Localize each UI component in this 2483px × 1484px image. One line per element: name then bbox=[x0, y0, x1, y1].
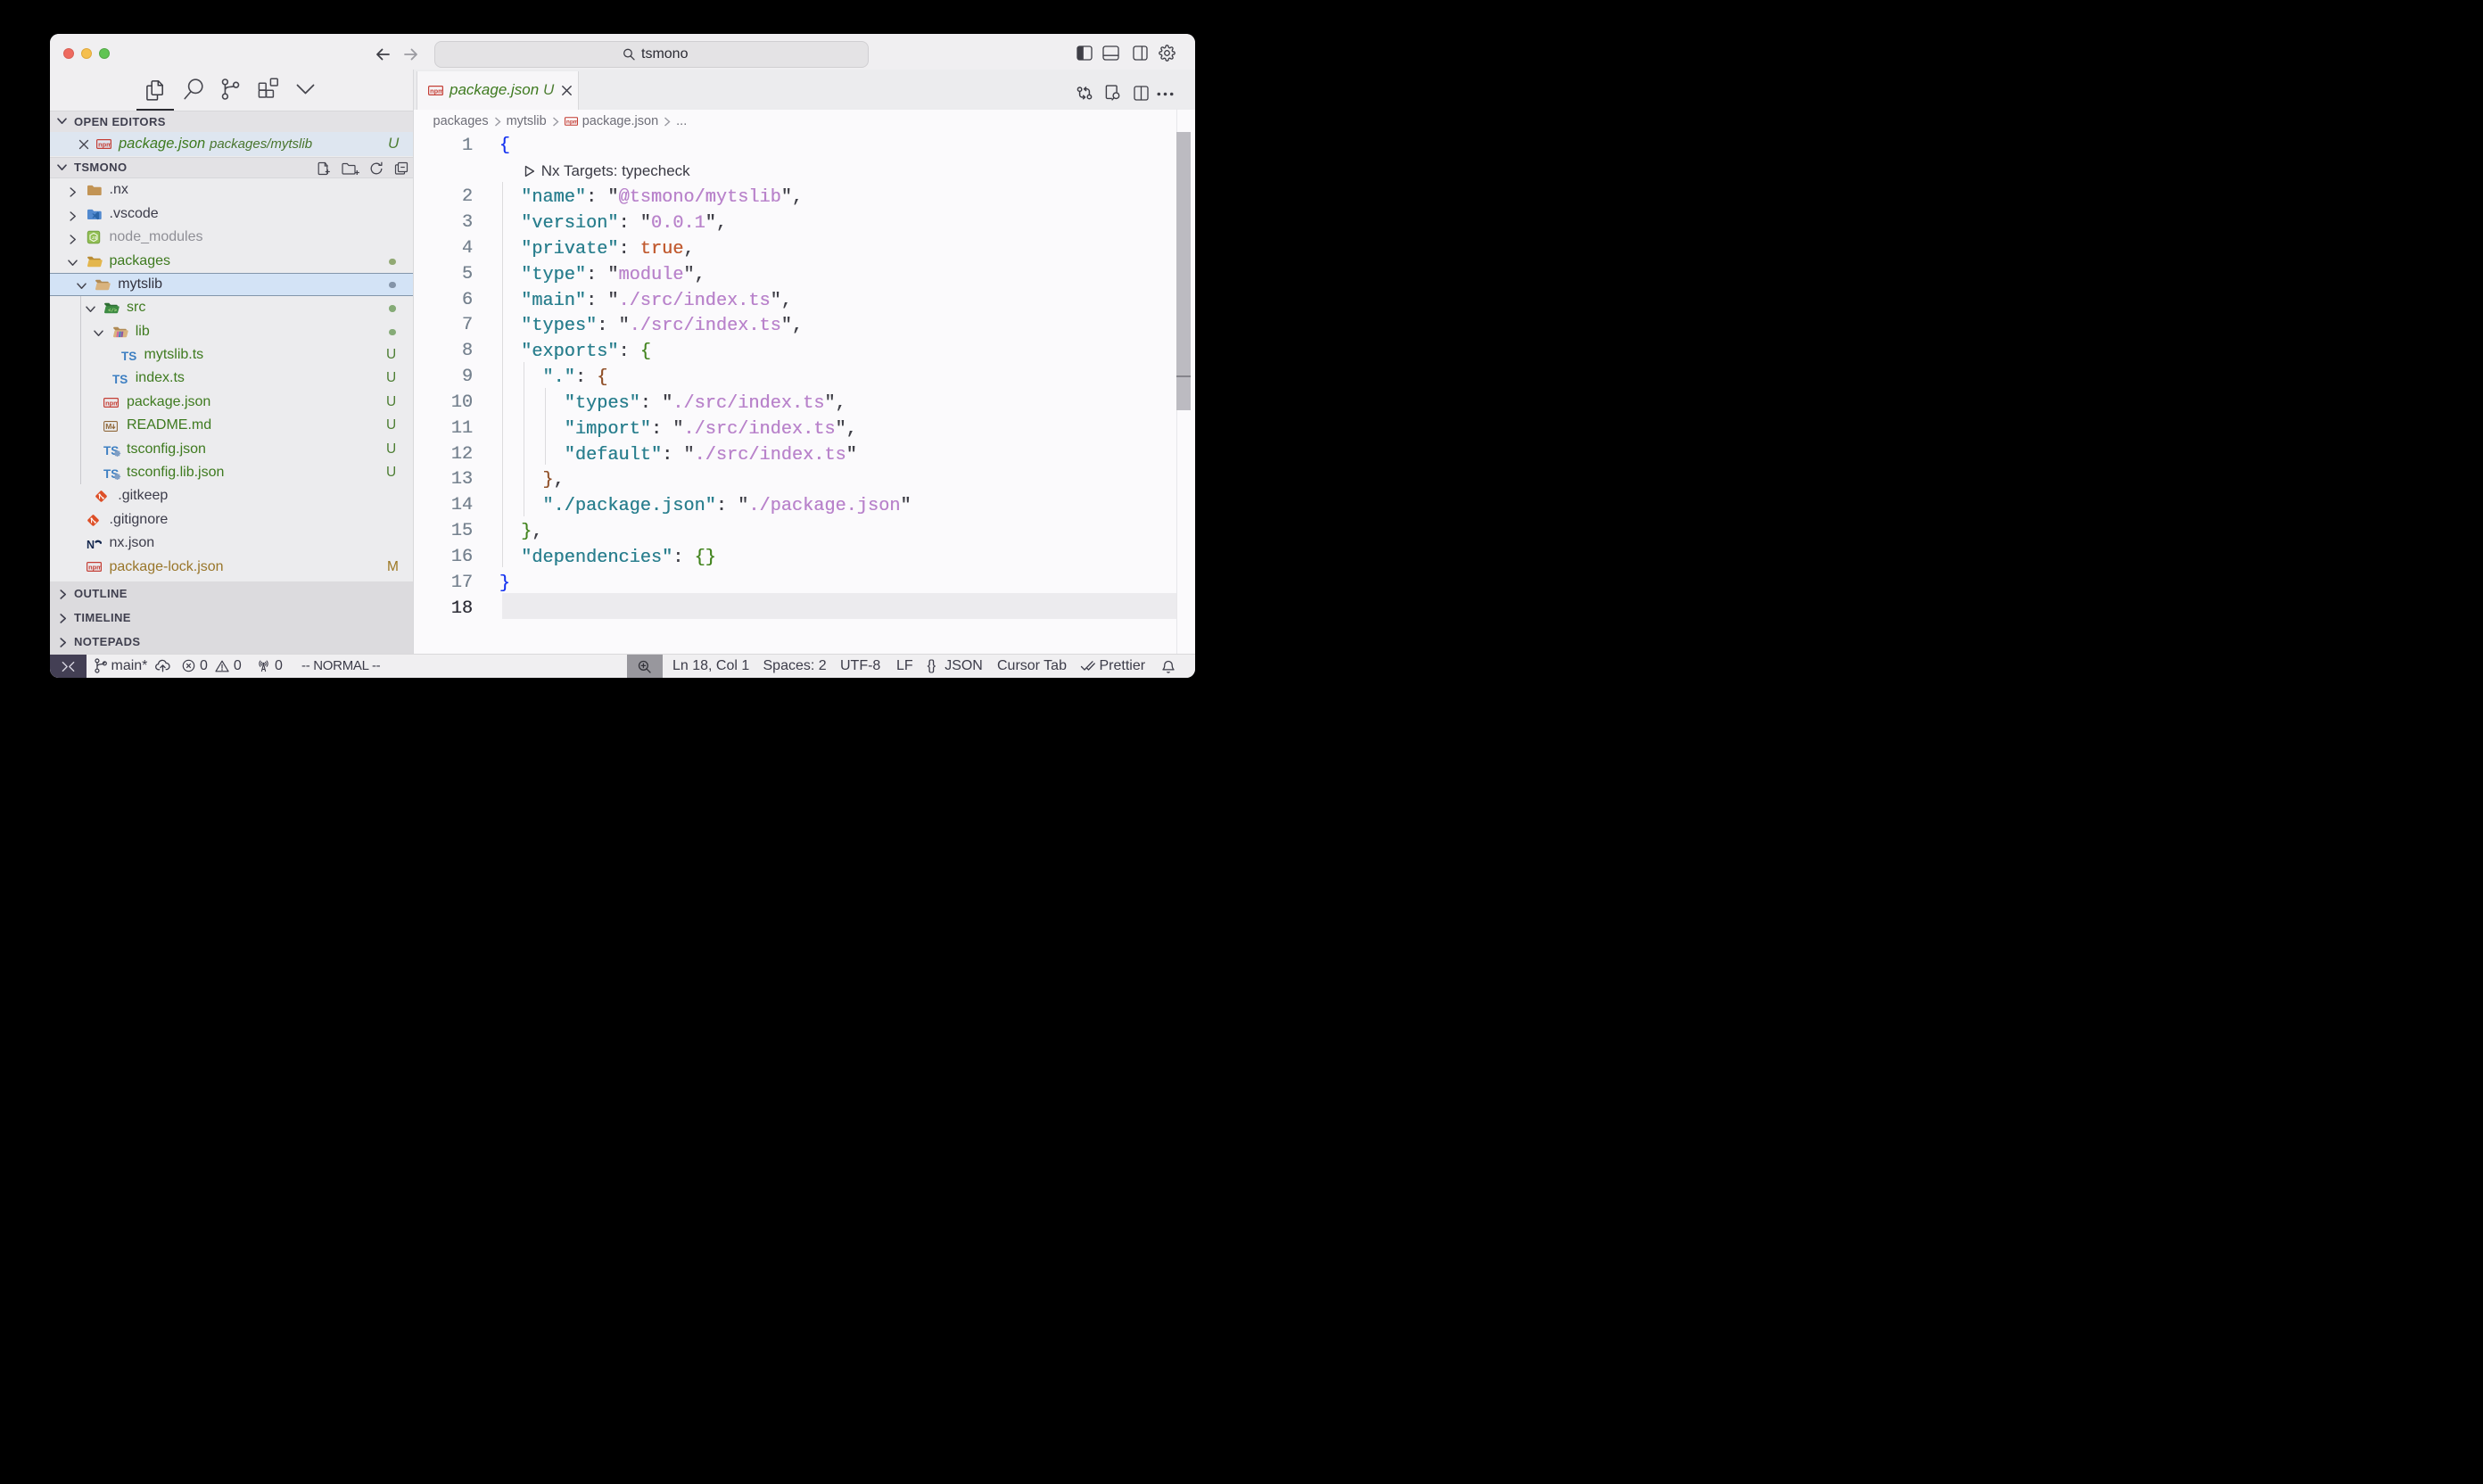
svg-text:npm: npm bbox=[98, 140, 111, 148]
